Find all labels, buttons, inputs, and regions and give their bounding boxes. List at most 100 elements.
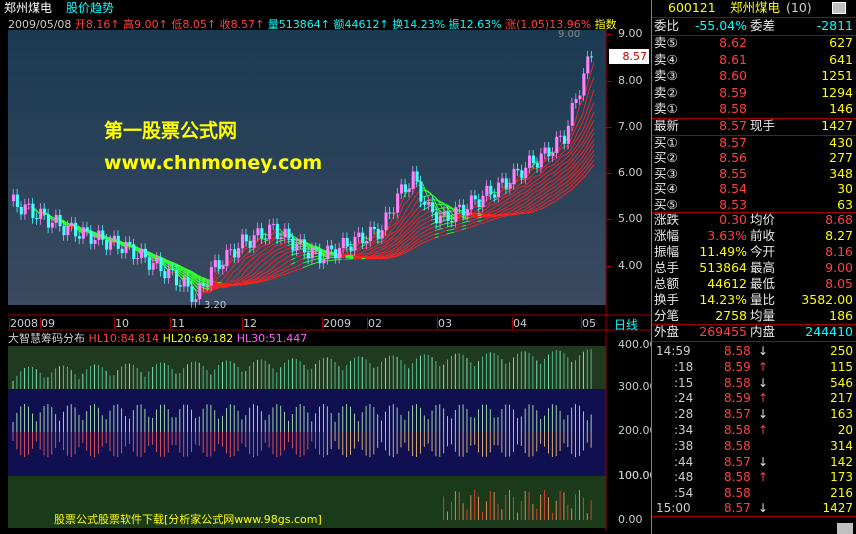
candle-body xyxy=(469,195,473,210)
period-selector[interactable]: 日线 xyxy=(614,316,638,333)
candle-body xyxy=(566,125,570,144)
tick-time: 15:00 xyxy=(656,501,691,515)
price-tick-mark xyxy=(606,127,612,128)
candle-body xyxy=(283,228,287,238)
tick-row: :18 8.59 ↑ 115 xyxy=(652,359,856,375)
candle-body xyxy=(380,230,384,239)
candle-body xyxy=(535,162,539,168)
bid-row: 买① 8.57 430 xyxy=(652,135,856,152)
ma-ribbon-line xyxy=(493,196,498,199)
open-label: 开 xyxy=(74,18,86,31)
tick-price: 8.58 xyxy=(724,438,751,453)
candle-body xyxy=(252,235,256,248)
ma-ribbon-line xyxy=(477,213,482,215)
bid-label: 买② xyxy=(654,150,678,166)
stat-value-2: 9.00 xyxy=(825,260,853,275)
candle-body xyxy=(140,248,144,259)
stat-label-2: 最低 xyxy=(750,276,776,291)
ma-ribbon-line xyxy=(283,239,288,241)
candle-body xyxy=(551,152,555,157)
tick-volume: 163 xyxy=(830,407,853,422)
hl30-value: HL30:51.447 xyxy=(236,332,308,345)
candle-body xyxy=(167,268,171,279)
stat-label: 振幅 xyxy=(654,244,680,259)
bid-label: 买① xyxy=(654,135,678,150)
panel-menu-icon[interactable] xyxy=(832,2,846,14)
tick-price: 8.59 xyxy=(724,391,751,406)
stat-label: 分笔 xyxy=(654,308,680,323)
candle-body xyxy=(341,237,345,249)
candle-body xyxy=(12,194,16,202)
ask-label: 卖⑤ xyxy=(654,35,678,50)
outer-label: 外盘 xyxy=(654,324,680,339)
candle-body xyxy=(438,215,442,224)
sub-panel-2 xyxy=(8,389,606,476)
candle-body xyxy=(524,167,528,179)
tick-row: :48 8.58 ↑ 173 xyxy=(652,469,856,485)
tick-volume: 250 xyxy=(830,344,853,358)
tick-direction: ↓ xyxy=(758,407,769,422)
outer-value: 269455 xyxy=(699,324,747,339)
tick-direction: ↑ xyxy=(758,470,769,485)
stat-value: 14.23% xyxy=(699,292,747,307)
ask-row: 卖① 8.58 146 xyxy=(652,101,856,118)
stat-label: 换手 xyxy=(654,292,680,307)
bid-price: 8.57 xyxy=(719,135,747,150)
ask-price: 8.62 xyxy=(719,35,747,50)
candle-body xyxy=(15,194,19,207)
date-tick-mark xyxy=(40,317,41,329)
candle-body xyxy=(473,195,477,200)
amplitude-label: 振 xyxy=(448,18,460,31)
stat-row: 涨跌 0.30 均价 8.68 xyxy=(652,212,856,229)
candle-body xyxy=(462,204,466,215)
candle-body xyxy=(206,285,210,287)
stat-row: 总手 513864 最高 9.00 xyxy=(652,260,856,277)
tick-time: 14:59 xyxy=(656,344,691,358)
tick-price: 8.57 xyxy=(724,454,751,469)
candle-body xyxy=(465,209,470,215)
bid-label: 买⑤ xyxy=(654,196,678,212)
candle-body xyxy=(174,269,179,286)
bid-row: 买④ 8.54 30 xyxy=(652,181,856,198)
tick-time: :24 xyxy=(674,391,694,406)
price-tick-mark xyxy=(606,266,612,267)
candle-body xyxy=(497,182,501,197)
stat-label: 涨跌 xyxy=(654,212,680,227)
candle-body xyxy=(337,248,341,259)
bid-volume: 430 xyxy=(829,135,853,150)
tick-price: 8.58 xyxy=(724,486,751,501)
index-button[interactable]: 指数 xyxy=(595,18,617,31)
candle-body xyxy=(147,257,151,270)
ma-ribbon-line xyxy=(504,188,509,190)
candle-body xyxy=(303,239,307,253)
date-tick-mark xyxy=(170,317,171,329)
bid-label: 买④ xyxy=(654,181,678,197)
stock-name: 郑州煤电 xyxy=(730,0,781,15)
low-value: 8.05 xyxy=(182,18,207,31)
candle-body xyxy=(454,207,458,222)
tick-time: :15 xyxy=(674,375,694,390)
candle-body xyxy=(77,236,82,239)
candle-body xyxy=(19,206,23,215)
candle-body xyxy=(400,184,404,194)
ask-price: 8.61 xyxy=(719,51,747,67)
price-tick-label: 7.00 xyxy=(618,120,643,133)
view-name-tab[interactable]: 股价趋势 xyxy=(66,0,114,16)
stat-row: 换手 14.23% 量比 3582.00 xyxy=(652,292,856,309)
candle-body xyxy=(248,241,252,248)
candle-body xyxy=(415,171,419,182)
stat-value-2: 8.05 xyxy=(825,276,853,291)
last-value: 8.57 xyxy=(719,118,747,133)
candle-body xyxy=(217,260,221,270)
candle-body xyxy=(213,260,217,268)
candle-body xyxy=(163,270,167,279)
candle-body xyxy=(124,241,128,254)
stat-value: 513864 xyxy=(699,260,747,275)
candle-body xyxy=(43,208,47,215)
stat-label-2: 最高 xyxy=(750,260,776,275)
candle-body xyxy=(543,147,547,154)
candle-body xyxy=(586,56,590,74)
bid-row: 买⑤ 8.53 63 xyxy=(652,197,856,214)
date-tick-mark xyxy=(322,317,323,329)
scrollbar-handle[interactable] xyxy=(837,523,853,534)
